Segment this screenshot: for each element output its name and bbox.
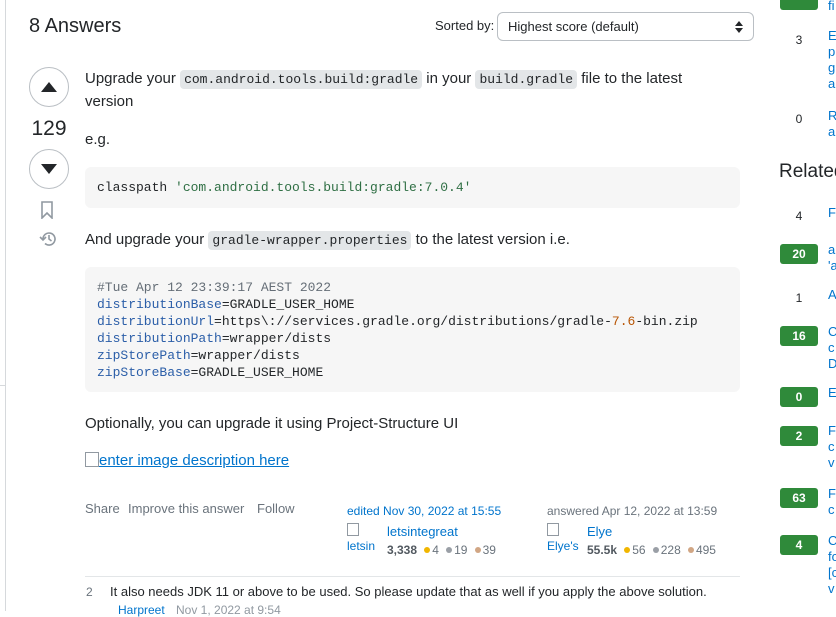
downvote-button[interactable] (29, 149, 69, 189)
linked-item-2[interactable]: Ra (828, 108, 836, 140)
broken-image-icon (85, 452, 99, 467)
history-button[interactable] (38, 230, 58, 252)
related-item-0[interactable]: F (828, 205, 836, 221)
silver-badge-icon (652, 547, 659, 553)
linked-item-1[interactable]: Epga (828, 28, 836, 92)
bookmark-button[interactable] (40, 201, 54, 223)
comment-separator (85, 576, 740, 577)
arrow-up-icon (41, 82, 57, 92)
gold-badge-icon (424, 547, 431, 553)
editor-name-link[interactable]: letsintegreat (387, 524, 458, 539)
broken-image-icon (547, 523, 559, 536)
editor-rep-score: 3,338 (387, 543, 418, 557)
inline-code-wrapper-properties: gradle-wrapper.properties (208, 231, 412, 250)
image-alt-text: enter image description here (99, 452, 290, 469)
sort-select[interactable]: Highest score (default) (497, 12, 754, 41)
linked-count-1[interactable]: 3 (780, 30, 818, 50)
author-rep-score: 55.5k (587, 543, 618, 557)
related-count-5[interactable]: 2 (780, 426, 818, 446)
select-arrows-icon (735, 20, 743, 33)
related-item-5[interactable]: Fcv (828, 423, 836, 471)
related-item-2[interactable]: A (828, 287, 836, 303)
related-item-1[interactable]: a'a (828, 242, 836, 274)
code-block-classpath: classpath 'com.android.tools.build:gradl… (85, 167, 740, 208)
author-avatar[interactable]: Elye's (547, 523, 579, 555)
bookmark-icon (41, 201, 53, 220)
related-count-6[interactable]: 63 (780, 488, 818, 508)
bronze-badge-icon (687, 547, 694, 553)
arrow-down-icon (41, 164, 57, 174)
related-count-1[interactable]: 20 (780, 244, 818, 264)
vote-count: 129 (31, 117, 67, 140)
improve-answer-link[interactable]: Improve this answer (128, 501, 244, 516)
comment-author-link[interactable]: Harpreet (118, 603, 165, 617)
share-link[interactable]: Share (85, 501, 120, 516)
answered-timestamp: answered Apr 12, 2022 at 13:59 (547, 504, 718, 518)
inline-code-gradle-plugin: com.android.tools.build:gradle (180, 70, 423, 89)
editor-reputation: 3,338 4 19 39 (387, 543, 496, 557)
related-heading: Related (779, 161, 836, 182)
related-item-6[interactable]: Fc (828, 486, 836, 518)
related-count-2[interactable]: 1 (780, 288, 818, 308)
gold-badge-icon (624, 547, 631, 553)
sort-label: Sorted by: (435, 18, 495, 33)
related-item-4[interactable]: E (828, 385, 836, 401)
answer-paragraph-1: Upgrade your com.android.tools.build:gra… (85, 70, 683, 110)
bronze-badge-icon (474, 547, 481, 553)
answer-paragraph-2: And upgrade your gradle-wrapper.properti… (85, 231, 570, 250)
linked-item-0[interactable]: fi (828, 0, 836, 14)
follow-link[interactable]: Follow (257, 501, 295, 516)
related-count-3[interactable]: 16 (780, 326, 818, 346)
comment-text: It also needs JDK 11 or above to be used… (110, 584, 707, 599)
history-icon (39, 232, 56, 246)
code-block-wrapper-properties: #Tue Apr 12 23:39:17 AEST 2022 distribut… (85, 267, 740, 392)
related-count-4[interactable]: 0 (780, 387, 818, 407)
silver-badge-icon (446, 547, 453, 553)
comment-score: 2 (86, 585, 93, 599)
author-name-link[interactable]: Elye (587, 524, 612, 539)
answers-count-heading: 8 Answers (29, 15, 122, 37)
linked-count-0[interactable] (780, 0, 818, 10)
editor-avatar[interactable]: letsin (347, 523, 379, 555)
author-reputation: 55.5k 56 228 495 (587, 543, 716, 557)
upvote-button[interactable] (29, 67, 69, 107)
related-count-7[interactable]: 4 (780, 535, 818, 555)
left-border-tick (0, 385, 5, 386)
linked-count-2[interactable]: 0 (780, 109, 818, 129)
comment-date: Nov 1, 2022 at 9:54 (176, 603, 281, 617)
related-item-7[interactable]: Cfo [c v (828, 533, 836, 597)
related-item-3[interactable]: CcD (828, 324, 836, 372)
answer-eg: e.g. (85, 131, 111, 148)
answer-image-link[interactable]: enter image description here (85, 452, 289, 469)
sort-select-value: Highest score (default) (508, 19, 639, 34)
answer-paragraph-3: Optionally, you can upgrade it using Pro… (85, 415, 459, 432)
broken-image-icon (347, 523, 359, 536)
inline-code-build-gradle: build.gradle (475, 70, 578, 89)
left-border (0, 0, 6, 611)
related-count-0[interactable]: 4 (780, 206, 818, 226)
edited-timestamp-link[interactable]: edited Nov 30, 2022 at 15:55 (347, 504, 501, 518)
